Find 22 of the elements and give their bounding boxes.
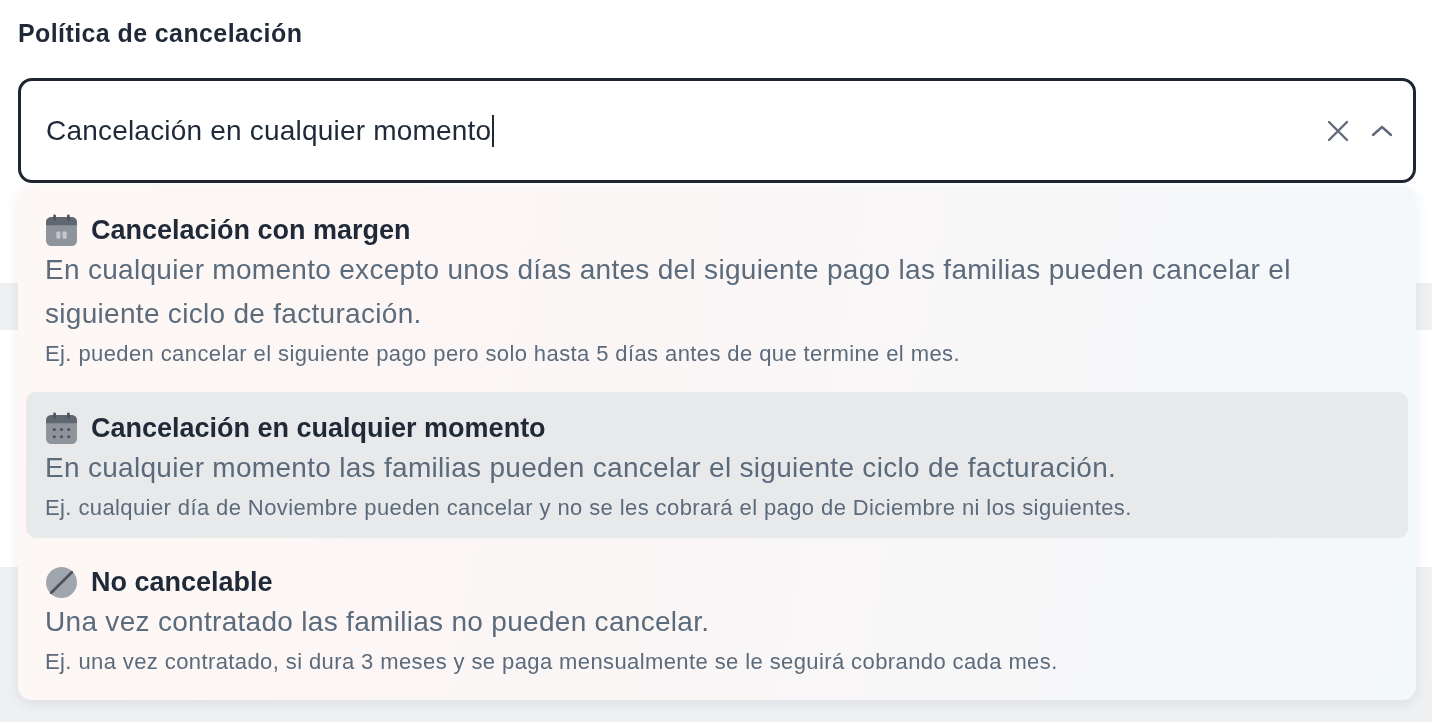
text-cursor: [492, 114, 495, 147]
option-title: Cancelación en cualquier momento: [91, 412, 546, 445]
option-example: Ej. cualquier día de Noviembre pueden cancelar y no se les cobrará el pago de Diciembre ni los siguientes.: [45, 494, 1133, 522]
option-description: Una vez contratado las familias no pueden cancelar.: [45, 605, 711, 639]
toggle-button[interactable]: [1371, 124, 1393, 137]
close-icon: [1327, 119, 1349, 142]
field-value: Cancelación en cualquier momento: [46, 114, 492, 147]
chevron-up-icon: [1371, 124, 1393, 137]
dropdown-option[interactable]: No cancelable Una vez contratado las familias no pueden cancelar. Ej. una vez contratado, si dura 3 meses y se paga mensualmente se le seguirá cobrando cada mes.: [26, 546, 1408, 692]
prohibited-icon: [45, 565, 78, 599]
calendar-icon: [45, 411, 78, 445]
field-label: Política de cancelación: [18, 18, 303, 48]
option-title: Cancelación con margen: [91, 214, 411, 247]
dropdown-option[interactable]: [26, 392, 1408, 538]
calendar-date-icon: [45, 213, 78, 247]
clear-button[interactable]: [1327, 119, 1349, 142]
option-example: Ej. pueden cancelar el siguiente pago pero solo hasta 5 días antes de que termine el mes.: [45, 340, 961, 368]
option-description: En cualquier momento las familias pueden cancelar el siguiente ciclo de facturación.: [45, 451, 1118, 485]
option-example: Ej. una vez contratado, si dura 3 meses y se paga mensualmente se le seguirá cobrando cada mes.: [45, 648, 1059, 676]
select-field[interactable]: Cancelación en cualquier momento: [18, 78, 1416, 183]
option-title: No cancelable: [91, 566, 273, 599]
option-description: En cualquier momento excepto unos días antes del siguiente pago las familias pueden cancelar el siguiente ciclo de facturación.: [45, 253, 1292, 331]
